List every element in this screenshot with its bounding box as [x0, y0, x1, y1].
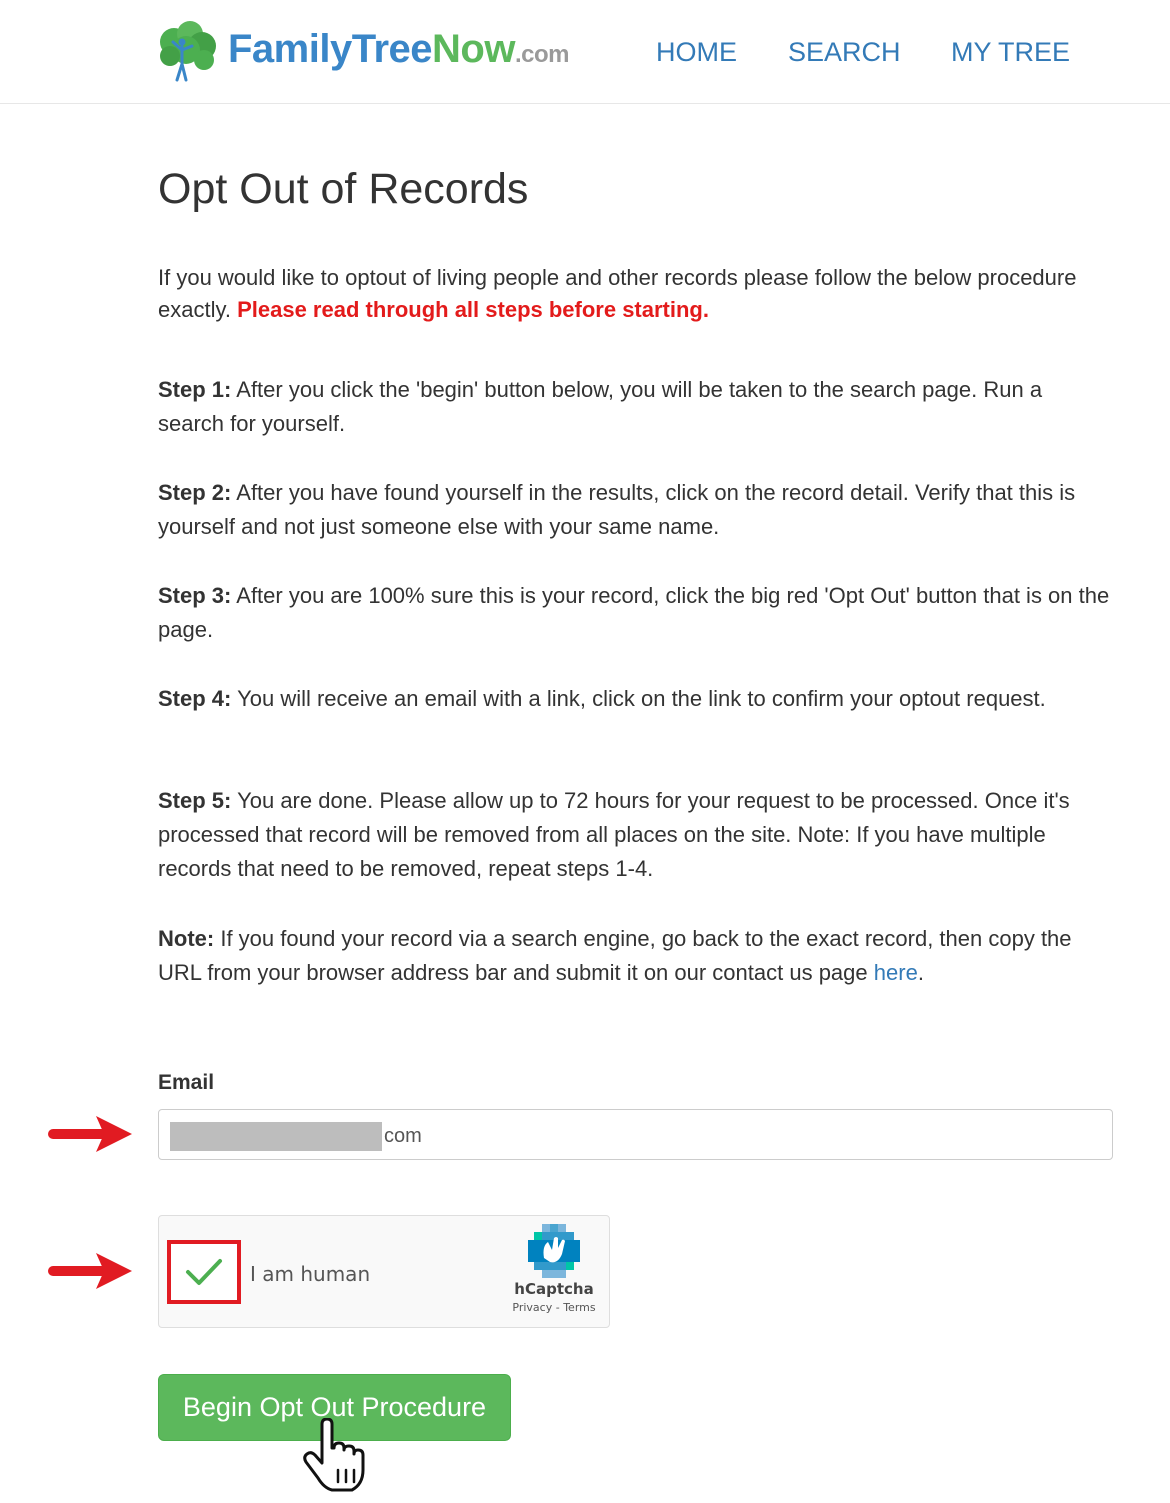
step-label: Step 4:: [158, 686, 232, 711]
step-1: Step 1: After you click the 'begin' butt…: [158, 373, 1113, 441]
step-2: Step 2: After you have found yourself in…: [158, 476, 1113, 544]
note-label: Note:: [158, 926, 215, 951]
hcaptcha-widget: I am human hCaptcha Privacy - Terms: [158, 1215, 610, 1328]
red-arrow-icon: [48, 1116, 132, 1152]
step-text: After you have found yourself in the res…: [158, 480, 1076, 539]
page-title: Opt Out of Records: [158, 165, 529, 213]
note-text: If you found your record via a search en…: [158, 926, 1072, 985]
step-label: Step 3:: [158, 583, 232, 608]
note: Note: If you found your record via a sea…: [158, 922, 1113, 990]
intro-text: If you would like to optout of living pe…: [158, 262, 1113, 326]
checkmark-icon: [186, 1259, 222, 1285]
hcaptcha-name: hCaptcha: [514, 1280, 594, 1298]
step-3: Step 3: After you are 100% sure this is …: [158, 579, 1113, 647]
email-value: com: [384, 1125, 422, 1147]
step-4: Step 4: You will receive an email with a…: [158, 682, 1113, 716]
hcaptcha-logo-icon: [528, 1224, 580, 1278]
nav-search-link[interactable]: SEARCH: [788, 34, 901, 70]
step-text: You will receive an email with a link, c…: [237, 686, 1046, 711]
redacted-email-block: [170, 1122, 382, 1151]
note-end: .: [917, 960, 924, 985]
step-label: Step 5:: [158, 788, 232, 813]
hcaptcha-privacy-terms-links[interactable]: Privacy - Terms: [502, 1301, 606, 1314]
email-label: Email: [158, 1071, 215, 1094]
site-header: FamilyTreeNow.com HOME SEARCH MY TREE: [0, 0, 1170, 104]
hcaptcha-brand: hCaptcha Privacy - Terms: [502, 1224, 606, 1314]
step-text: After you click the 'begin' button below…: [158, 377, 1043, 436]
captcha-label: I am human: [250, 1262, 371, 1286]
contact-here-link[interactable]: here: [874, 960, 918, 985]
step-label: Step 2:: [158, 480, 232, 505]
step-label: Step 1:: [158, 377, 232, 402]
main-nav: HOME SEARCH MY TREE: [0, 34, 1170, 74]
email-field[interactable]: com: [158, 1109, 1113, 1160]
nav-my-tree-link[interactable]: MY TREE: [951, 34, 1070, 70]
step-5: Step 5: You are done. Please allow up to…: [158, 784, 1113, 886]
red-arrow-icon: [48, 1253, 132, 1289]
nav-home-link[interactable]: HOME: [656, 34, 737, 70]
hand-cursor-icon: [303, 1418, 365, 1492]
step-text: You are done. Please allow up to 72 hour…: [158, 788, 1070, 881]
step-text: After you are 100% sure this is your rec…: [158, 583, 1110, 642]
captcha-checkbox[interactable]: [167, 1240, 241, 1304]
intro-warning: Please read through all steps before sta…: [237, 297, 709, 322]
